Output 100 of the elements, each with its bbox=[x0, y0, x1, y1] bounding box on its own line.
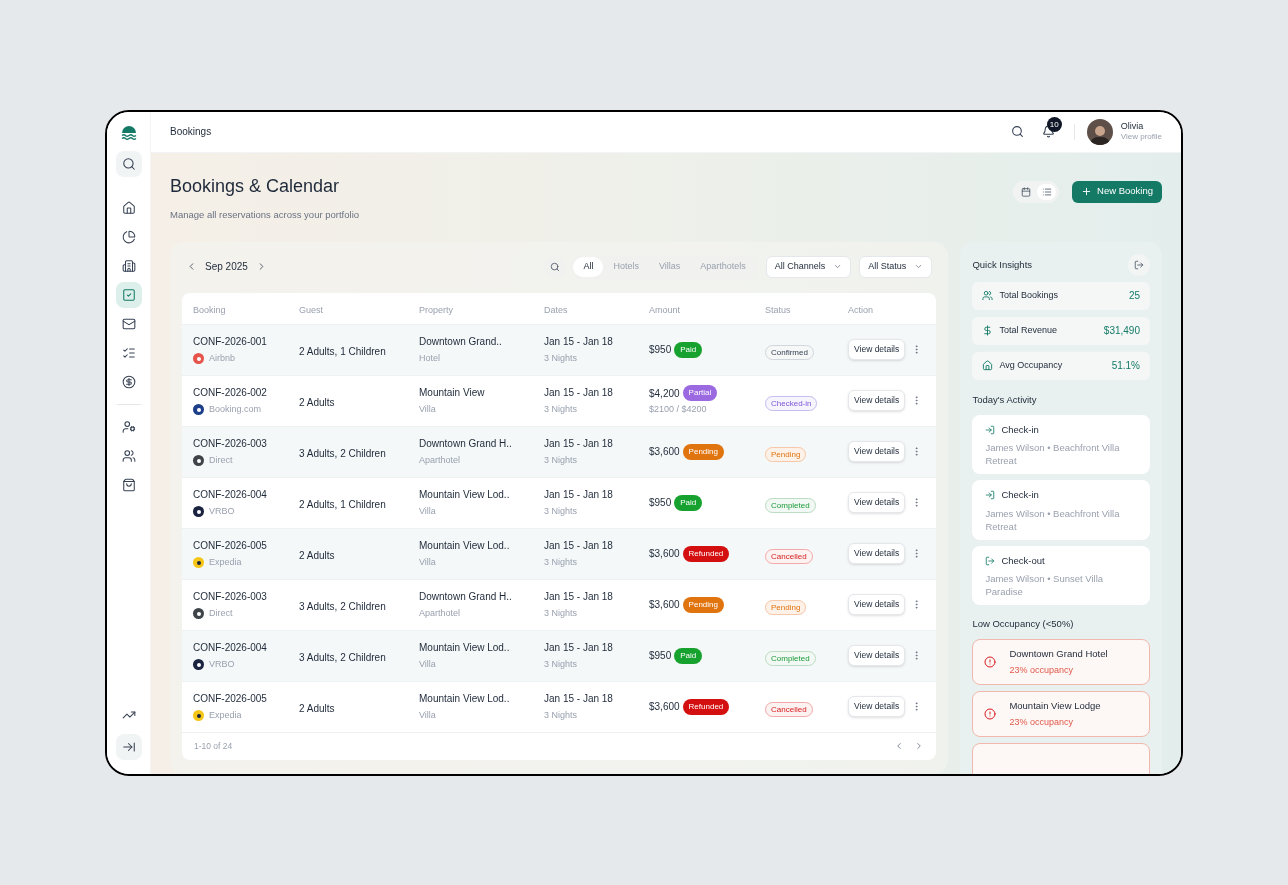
property-name: Mountain View Lod.. bbox=[419, 539, 511, 553]
nights-count: 3 Nights bbox=[544, 403, 579, 416]
view-details-button[interactable]: View details bbox=[848, 441, 906, 463]
subtitle: Manage all reservations across your portfolio bbox=[170, 207, 360, 222]
activity-card[interactable]: Check-out James Wilson • Sunset Villa Paradise bbox=[972, 545, 1150, 605]
amount: $4,200 bbox=[649, 386, 680, 401]
amount: $950 bbox=[649, 496, 672, 511]
export-icon bbox=[1134, 259, 1144, 270]
channel-name: Booking.com bbox=[209, 403, 262, 416]
checkbox-icon bbox=[121, 287, 136, 302]
date-range: Jan 15 - Jan 18 bbox=[544, 539, 614, 553]
date-range: Jan 15 - Jan 18 bbox=[544, 437, 614, 451]
collapse-nav-item[interactable] bbox=[115, 733, 142, 760]
table-row[interactable]: CONF-2026-004 VRBO 3 Adults, 2 Children Mountain View Lod.. Villa Jan 15 - Jan 18 3 Nights $950 Paid Completed View details bbox=[182, 629, 937, 681]
alert-icon bbox=[984, 656, 997, 668]
view-details-button[interactable]: View details bbox=[848, 390, 906, 412]
search-icon[interactable] bbox=[1010, 125, 1024, 138]
channel-logo-icon bbox=[193, 404, 204, 416]
house-icon bbox=[982, 360, 994, 372]
status-badge: Pending bbox=[765, 446, 807, 462]
payment-badge: Refunded bbox=[682, 545, 730, 562]
check-in-icon bbox=[985, 490, 996, 501]
channel-logo-icon bbox=[193, 353, 204, 365]
view-details-button[interactable]: View details bbox=[848, 594, 906, 616]
notification-icon[interactable] bbox=[1041, 125, 1055, 138]
occupancy-note: 23% occupancy bbox=[1009, 715, 1074, 729]
view-details-button[interactable]: View details bbox=[848, 696, 906, 718]
amount-paid-note: $2100 / $4200 bbox=[649, 403, 708, 416]
booking-id: CONF-2026-005 bbox=[193, 539, 268, 553]
guest-count: 2 Adults, 1 Children bbox=[299, 345, 386, 357]
column-header: Guest bbox=[299, 305, 323, 316]
amount: $3,600 bbox=[649, 445, 680, 460]
activity-type: Check-out bbox=[1001, 553, 1045, 568]
payment-badge: Pending bbox=[682, 596, 724, 613]
channel-logo-icon bbox=[193, 608, 204, 620]
booking-id: CONF-2026-003 bbox=[193, 590, 268, 604]
list-icon bbox=[1041, 186, 1052, 197]
activity-detail: James Wilson • Sunset Villa Paradise bbox=[985, 571, 1105, 598]
nights-count: 3 Nights bbox=[544, 658, 579, 671]
stat-value: 25 bbox=[1128, 289, 1140, 304]
activity-card[interactable]: Check-in James Wilson • Beachfront Villa Retreat bbox=[972, 415, 1150, 475]
collapse-icon bbox=[121, 739, 136, 754]
filter-dropdown[interactable]: All Status bbox=[859, 255, 933, 278]
building-icon bbox=[121, 258, 136, 273]
insights-title: Quick Insights bbox=[972, 257, 1033, 272]
activity-card[interactable]: Check-in James Wilson • Beachfront Villa Retreat bbox=[972, 480, 1150, 540]
activity-type: Check-in bbox=[1001, 423, 1039, 437]
property-name: Downtown Grand.. bbox=[419, 335, 503, 349]
property-name: Downtown Grand H.. bbox=[419, 590, 513, 604]
date-range: Jan 15 - Jan 18 bbox=[544, 590, 614, 604]
stat-label: Avg Occupancy bbox=[999, 359, 1063, 372]
amount: $950 bbox=[649, 343, 672, 358]
channel-name: Direct bbox=[209, 454, 233, 467]
property-type: Aparthotel bbox=[419, 607, 462, 620]
date-range: Jan 15 - Jan 18 bbox=[544, 488, 614, 502]
payment-badge: Pending bbox=[682, 443, 724, 460]
channel-logo-icon bbox=[193, 506, 204, 518]
date-range: Jan 15 - Jan 18 bbox=[544, 692, 614, 706]
channel-logo-icon bbox=[193, 557, 204, 569]
property-type: Villa bbox=[419, 556, 437, 569]
property-name: Downtown Grand H.. bbox=[419, 437, 513, 451]
view-details-button[interactable]: View details bbox=[848, 543, 906, 565]
date-range: Jan 15 - Jan 18 bbox=[544, 335, 614, 349]
table-row[interactable]: CONF-2026-001 Airbnb 2 Adults, 1 Children Downtown Grand.. Hotel Jan 15 - Jan 18 3 Nights $950 Paid Confirmed View details bbox=[182, 323, 937, 375]
stat-label: Total Revenue bbox=[999, 324, 1057, 337]
nights-count: 3 Nights bbox=[544, 556, 579, 569]
view-details-button[interactable]: View details bbox=[848, 339, 906, 361]
low-occupancy-card[interactable]: Mountain View Lodge 23% occupancy bbox=[972, 691, 1150, 737]
table-row[interactable]: CONF-2026-005 Expedia 2 Adults Mountain View Lod.. Villa Jan 15 - Jan 18 3 Nights $3,600 Refunded Cancelled View details bbox=[182, 527, 937, 579]
date-range: Jan 15 - Jan 18 bbox=[544, 386, 614, 400]
activity-type: Check-in bbox=[1001, 488, 1039, 503]
channel-logo-icon bbox=[193, 659, 204, 671]
property-name: Downtown Grand Hotel bbox=[1009, 646, 1108, 661]
users-icon bbox=[982, 290, 994, 302]
export-button[interactable] bbox=[1128, 253, 1150, 276]
new-booking-button[interactable]: New Booking bbox=[1072, 180, 1162, 203]
status-badge: Pending bbox=[765, 599, 807, 615]
logo-icon bbox=[120, 125, 137, 140]
filter-dropdown[interactable]: All Channels bbox=[765, 255, 852, 278]
booking-id: CONF-2026-001 bbox=[193, 335, 268, 349]
property-type: Villa bbox=[419, 658, 437, 671]
table-row[interactable]: CONF-2026-003 Direct 3 Adults, 2 Children Downtown Grand H.. Aparthotel Jan 15 - Jan 18 3 Nights $3,600 Pending Pending View details bbox=[182, 425, 937, 477]
view-details-button[interactable]: View details bbox=[848, 492, 906, 514]
checkbox-nav-item[interactable] bbox=[115, 281, 142, 308]
task-list-icon bbox=[121, 345, 136, 360]
dollar-icon bbox=[121, 374, 136, 389]
property-type: Villa bbox=[419, 709, 437, 722]
property-name: Mountain View Lod.. bbox=[419, 692, 511, 706]
property-type: Aparthotel bbox=[419, 454, 462, 467]
avatar[interactable] bbox=[1086, 118, 1113, 145]
alert-icon bbox=[984, 708, 997, 720]
booking-id: CONF-2026-002 bbox=[193, 386, 268, 400]
guest-count: 2 Adults, 1 Children bbox=[299, 498, 386, 510]
category-tab[interactable]: All bbox=[573, 256, 604, 277]
status-badge: Completed bbox=[765, 497, 816, 513]
channel-logo-icon bbox=[193, 455, 204, 467]
list-view-button[interactable] bbox=[1037, 183, 1056, 200]
view-details-button[interactable]: View details bbox=[848, 645, 906, 667]
low-occupancy-card[interactable]: Downtown Grand Hotel 23% occupancy bbox=[972, 639, 1150, 685]
search-nav-item[interactable] bbox=[115, 150, 142, 177]
